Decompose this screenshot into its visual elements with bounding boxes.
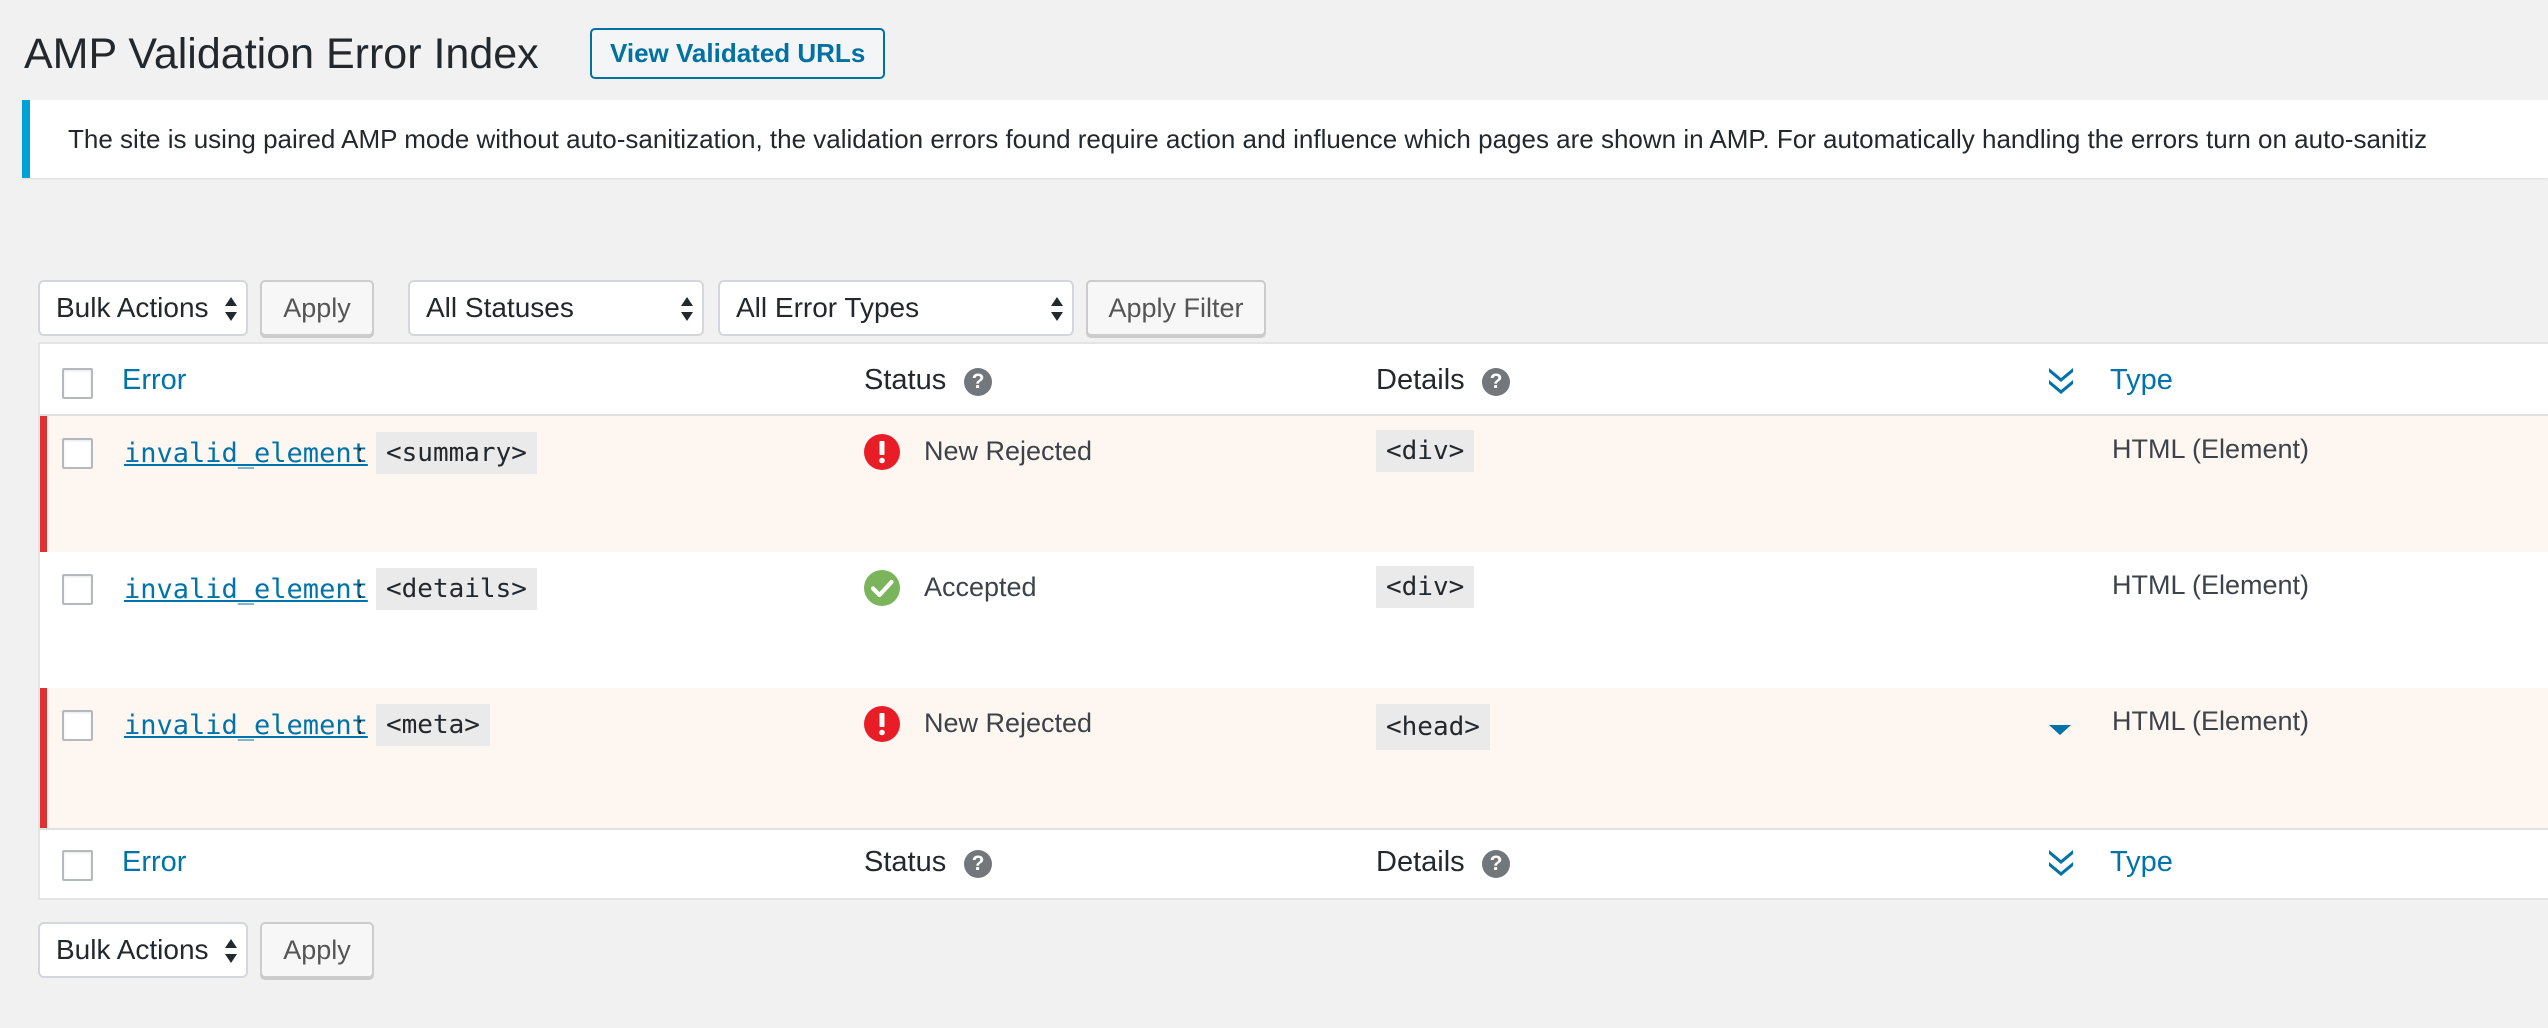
bulk-actions-select-bottom[interactable]: Bulk Actions (38, 922, 248, 978)
details-tag: <div> (1376, 566, 1475, 608)
question-circle-icon[interactable]: ? (1482, 368, 1510, 396)
question-circle-icon[interactable]: ? (1482, 850, 1510, 878)
type-text: HTML (Element) (2112, 570, 2310, 600)
type-text: HTML (Element) (2112, 706, 2310, 736)
status-filter-select[interactable]: All Statuses (408, 280, 704, 336)
error-separator: : (356, 710, 364, 740)
caret-down-icon[interactable] (2048, 722, 2072, 738)
error-code-link[interactable]: invalid_element (124, 438, 368, 469)
up-down-arrows-icon (681, 297, 693, 321)
status-filter-label: All Statuses (426, 292, 574, 323)
row-checkbox[interactable] (62, 710, 93, 741)
column-status-header: Status (864, 364, 947, 396)
error-type-filter-label: All Error Types (736, 292, 920, 323)
exclamation-circle-icon (864, 706, 900, 742)
double-chevron-down-icon[interactable] (2048, 848, 2074, 878)
column-details-header: Details (1376, 364, 1465, 396)
bulk-actions-select-top[interactable]: Bulk Actions (38, 280, 248, 336)
check-circle-icon (864, 570, 900, 606)
error-element-tag: <details> (376, 568, 537, 610)
error-separator: : (356, 574, 364, 604)
error-element-tag: <meta> (376, 704, 490, 746)
up-down-arrows-icon (1051, 297, 1063, 321)
exclamation-circle-icon (864, 434, 900, 470)
view-validated-urls-button[interactable]: View Validated URLs (590, 28, 886, 79)
page-title: AMP Validation Error Index (24, 30, 539, 78)
table-row: invalid_element : <summary> New Rejected… (40, 416, 2548, 552)
notice-text: The site is using paired AMP mode withou… (68, 124, 2428, 154)
table-row: invalid_element : <details> Accepted <di… (40, 552, 2548, 688)
errors-table: Error Status ? Details ? Type invalid_el… (38, 342, 2548, 900)
select-all-checkbox[interactable] (62, 368, 93, 399)
table-row: invalid_element : <meta> New Rejected <h… (40, 688, 2548, 828)
question-circle-icon[interactable]: ? (964, 368, 992, 396)
column-type-footer[interactable]: Type (2110, 846, 2173, 879)
apply-button-top[interactable]: Apply (260, 280, 374, 336)
notice-banner: The site is using paired AMP mode withou… (22, 100, 2548, 178)
status-text: New Rejected (924, 708, 1093, 738)
column-error-footer[interactable]: Error (122, 846, 186, 879)
apply-button-bottom[interactable]: Apply (260, 922, 374, 978)
table-footer: Error Status ? Details ? Type (40, 828, 2548, 898)
status-text: New Rejected (924, 436, 1093, 466)
table-header: Error Status ? Details ? Type (40, 344, 2548, 416)
bulk-actions-label: Bulk Actions (56, 292, 209, 323)
double-chevron-down-icon[interactable] (2048, 366, 2074, 396)
error-type-filter-select[interactable]: All Error Types (718, 280, 1074, 336)
details-tag: <head> (1376, 704, 1490, 750)
status-text: Accepted (924, 572, 1037, 602)
column-details-footer: Details (1376, 846, 1465, 878)
up-down-arrows-icon (225, 939, 237, 963)
up-down-arrows-icon (225, 297, 237, 321)
apply-filter-button[interactable]: Apply Filter (1086, 280, 1266, 336)
bulk-actions-label: Bulk Actions (56, 934, 209, 965)
column-type-header[interactable]: Type (2110, 364, 2173, 397)
row-checkbox[interactable] (62, 438, 93, 469)
question-circle-icon[interactable]: ? (964, 850, 992, 878)
details-tag: <div> (1376, 430, 1475, 472)
column-error-header[interactable]: Error (122, 364, 186, 397)
error-code-link[interactable]: invalid_element (124, 710, 368, 741)
select-all-checkbox-bottom[interactable] (62, 850, 93, 881)
error-code-link[interactable]: invalid_element (124, 574, 368, 605)
row-checkbox[interactable] (62, 574, 93, 605)
error-element-tag: <summary> (376, 432, 537, 474)
column-status-footer: Status (864, 846, 947, 878)
error-separator: : (356, 438, 364, 468)
type-text: HTML (Element) (2112, 434, 2310, 464)
